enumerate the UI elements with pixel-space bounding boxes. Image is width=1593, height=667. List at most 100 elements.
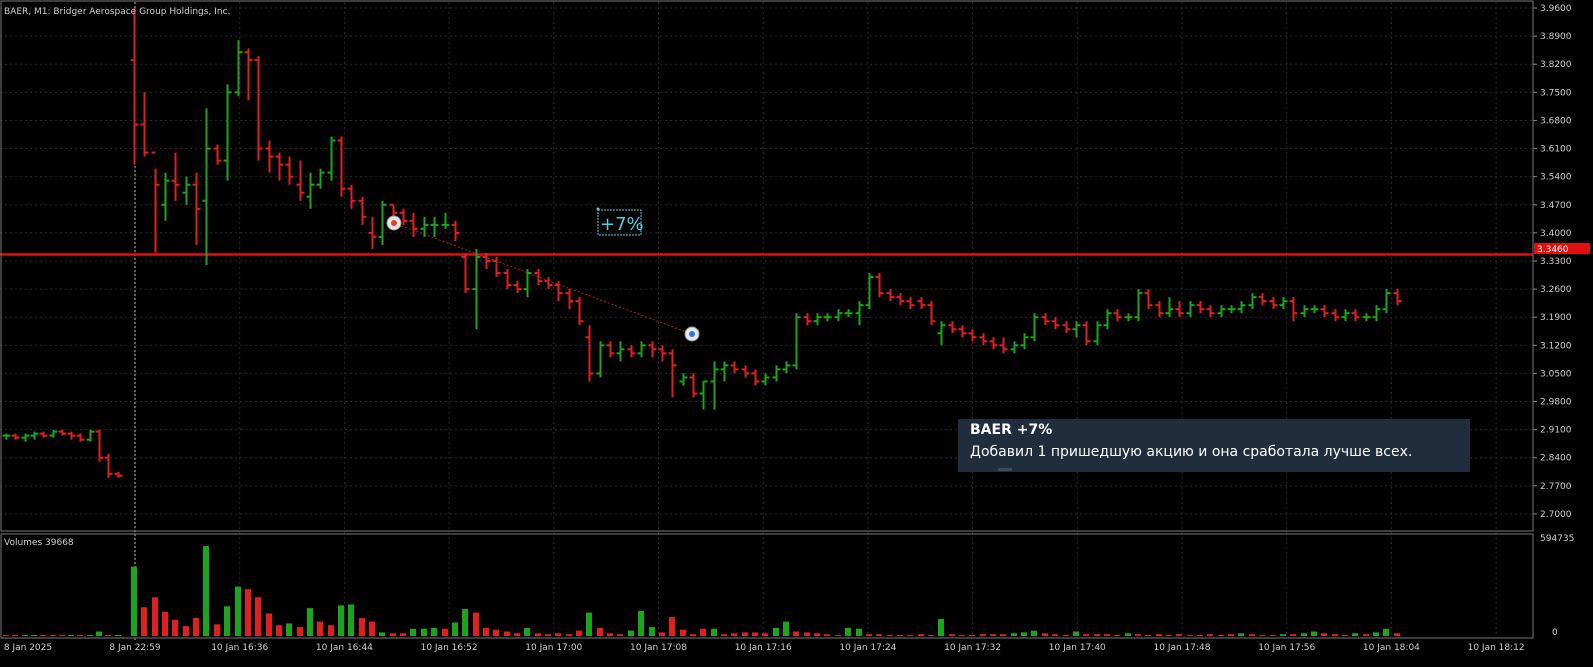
tooltip-scroll-indicator (998, 468, 1012, 471)
volume-bar (348, 604, 354, 636)
time-tick-label: 8 Jan 2025 (4, 643, 52, 653)
volume-bar (1301, 633, 1307, 636)
volume-bar (359, 618, 365, 636)
price-bar (1269, 297, 1278, 310)
time-tick-label: 10 Jan 17:00 (525, 643, 582, 653)
price-bar (948, 321, 957, 334)
price-bar (1062, 321, 1071, 334)
price-tick-label: 2.9800 (1540, 398, 1572, 408)
price-bar (1331, 309, 1340, 322)
volume-bar (690, 634, 696, 636)
price-bar (1041, 313, 1050, 326)
price-bar (11, 433, 20, 440)
price-bar (1248, 293, 1257, 310)
price-bar (1362, 313, 1371, 322)
price-tick-label: 3.7500 (1540, 88, 1572, 98)
volume-bar (607, 633, 613, 636)
volume-bar (462, 609, 468, 636)
price-bar (989, 337, 998, 350)
price-tick-label: 3.6800 (1540, 116, 1572, 126)
price-bar (1351, 309, 1360, 322)
volume-bar (1238, 633, 1244, 636)
volume-bar (1342, 635, 1348, 636)
sell-marker-icon[interactable] (386, 215, 402, 231)
annotation-plus7[interactable]: +7% (596, 207, 644, 236)
price-bar (30, 431, 39, 440)
price-bar (1093, 321, 1102, 346)
volume-bar (1104, 634, 1110, 636)
price-bar (1206, 305, 1215, 318)
price-bar (114, 471, 123, 478)
volume-bar (1311, 631, 1317, 636)
volume-bar (40, 635, 46, 636)
price-bar (1300, 305, 1309, 318)
time-tick-label: 10 Jan 16:44 (316, 643, 373, 653)
volume-bar (1218, 635, 1224, 636)
volume-bar (845, 627, 851, 636)
price-bar (296, 160, 305, 201)
trading-chart[interactable]: 3.9600 3.8900 3.8200 3.7500 3.6800 3.6100 3.54… (0, 0, 1593, 667)
price-bar (161, 172, 170, 221)
volume-bar (959, 635, 965, 636)
volume-bar (969, 635, 975, 636)
volume-bar (50, 635, 56, 636)
price-bar (741, 365, 750, 378)
volume-bar (711, 628, 717, 636)
price-bar (596, 341, 605, 378)
comment-tooltip: BAER +7% Добавил 1 пришедшую акцию и она… (958, 419, 1470, 472)
volume-bar (431, 627, 437, 636)
price-bar (130, 8, 139, 165)
price-tag-label: 3.3460 (1537, 245, 1569, 255)
price-bar (202, 108, 211, 265)
volume-bar (172, 619, 178, 636)
price-bar (254, 56, 263, 161)
price-tick-label: 3.2600 (1540, 285, 1572, 295)
price-bar (234, 40, 243, 97)
volume-bar (1052, 634, 1058, 636)
price-bar (917, 297, 926, 310)
price-bar (782, 361, 791, 374)
time-tick-label: 10 Jan 17:56 (1258, 643, 1315, 653)
volume-bar (390, 633, 396, 636)
time-tick-label: 10 Jan 17:40 (1049, 643, 1106, 653)
volume-bar (1125, 633, 1131, 636)
price-bar (565, 289, 574, 310)
volume-bar (949, 634, 955, 636)
price-bar (720, 361, 729, 382)
volume-bar (1021, 632, 1027, 636)
volume-bar (700, 628, 706, 636)
price-bar (49, 429, 58, 438)
volume-bar (224, 606, 230, 636)
price-bar (1010, 341, 1019, 354)
volume-bar (938, 618, 944, 636)
volume-bar (897, 635, 903, 636)
price-tick-label: 2.8400 (1540, 454, 1572, 464)
trend-line[interactable] (393, 222, 693, 335)
volume-bar (1280, 634, 1286, 636)
volume-bar (731, 633, 737, 636)
volume-bar (1187, 635, 1193, 636)
volume-bar (1176, 634, 1182, 636)
price-bar (316, 168, 325, 189)
buy-marker-icon[interactable] (684, 326, 700, 342)
volume-bar (141, 607, 147, 636)
price-bar (1124, 313, 1133, 322)
price-bar (1227, 305, 1236, 314)
volume-bar (214, 624, 220, 636)
price-tick-label: 2.9100 (1540, 426, 1572, 436)
volume-bar (1094, 634, 1100, 636)
volume-bar (762, 633, 768, 636)
volume-bar (1332, 634, 1338, 636)
price-bar (1341, 309, 1350, 322)
volume-bar (307, 608, 313, 636)
price-tick-label: 3.6100 (1540, 145, 1572, 155)
price-bar (67, 431, 76, 440)
time-tick-label: 10 Jan 17:32 (944, 643, 1001, 653)
price-bar (1134, 289, 1143, 322)
price-bar (451, 220, 460, 241)
price-tick-label: 3.3300 (1540, 257, 1572, 267)
price-bars (2, 8, 1402, 478)
volume-bar (1363, 634, 1369, 636)
price-bar (689, 373, 698, 398)
volume-bar (907, 635, 913, 636)
